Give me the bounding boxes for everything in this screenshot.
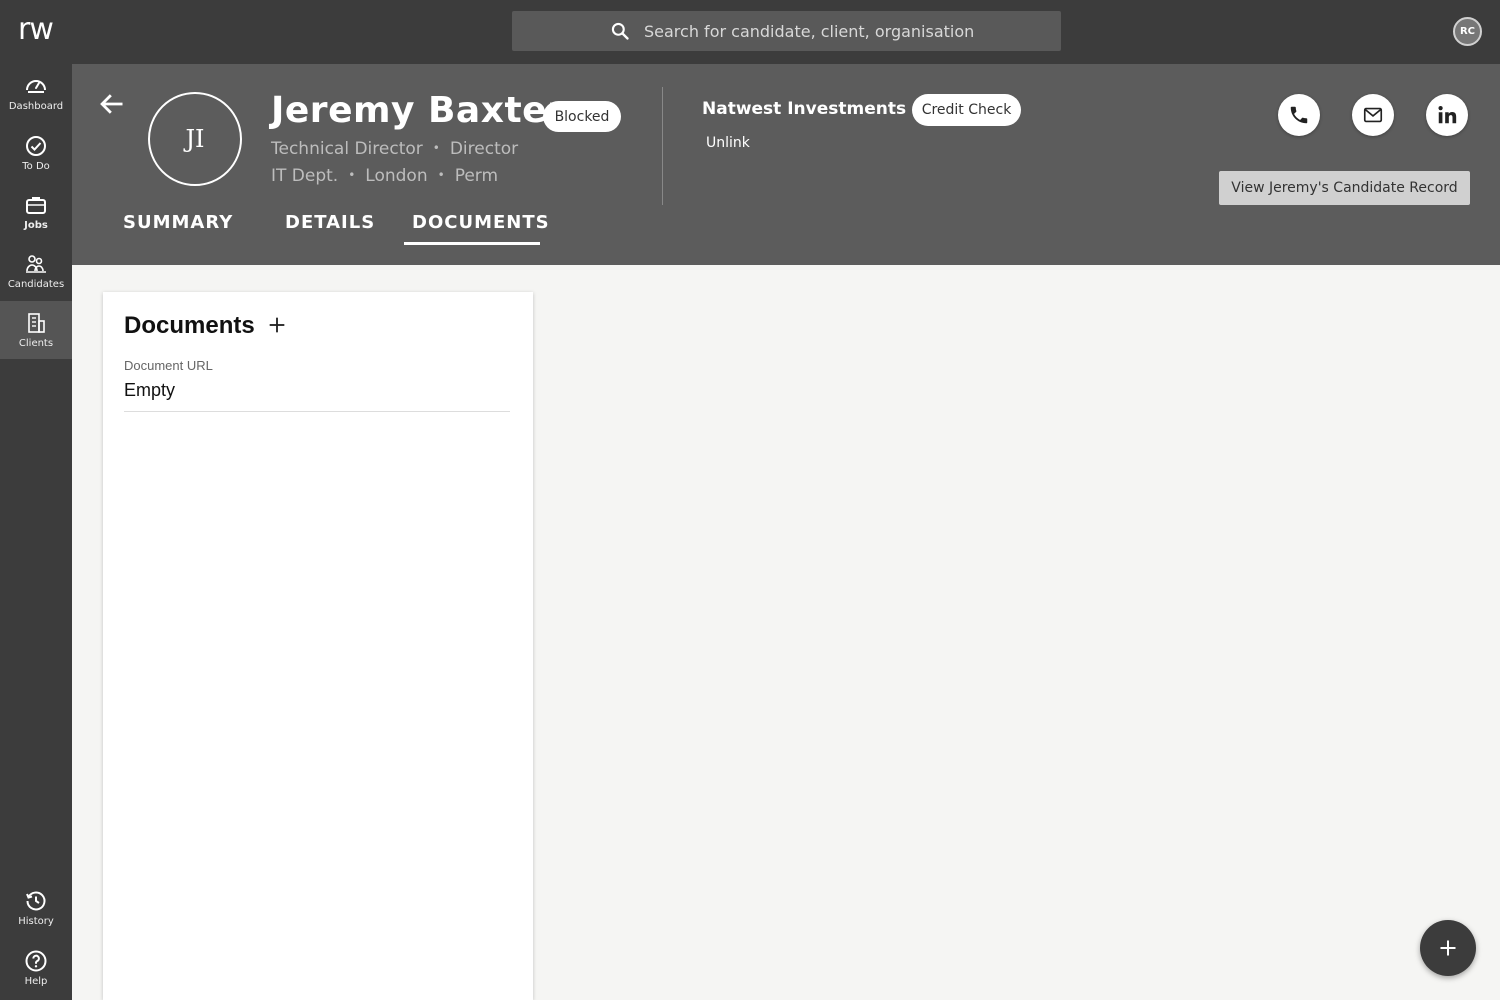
sidebar: Dashboard To Do Jobs Candidates Clients … bbox=[0, 64, 72, 1000]
contact-department: IT Dept. bbox=[271, 166, 339, 186]
unlink-link[interactable]: Unlink bbox=[706, 135, 750, 151]
sidebar-item-candidates[interactable]: Candidates bbox=[0, 242, 72, 300]
separator-dot: • bbox=[432, 141, 440, 155]
contact-avatar: JI bbox=[148, 92, 242, 186]
sidebar-item-help[interactable]: Help bbox=[0, 939, 72, 997]
dashboard-icon bbox=[26, 80, 46, 93]
contact-header: JI Jeremy Baxter Blocked Technical Direc… bbox=[72, 64, 1500, 265]
separator-dot: • bbox=[437, 168, 445, 182]
sidebar-item-label: Clients bbox=[18, 338, 54, 349]
sidebar-item-dashboard[interactable]: Dashboard bbox=[0, 64, 72, 122]
sidebar-item-label: Help bbox=[24, 976, 48, 987]
contact-location: London bbox=[365, 166, 428, 186]
email-icon bbox=[1363, 107, 1383, 123]
search-input[interactable] bbox=[644, 17, 1044, 45]
contact-contract: Perm bbox=[454, 166, 499, 186]
contact-title: Technical Director bbox=[271, 139, 423, 159]
separator-dot: • bbox=[348, 168, 356, 182]
tab-summary[interactable]: SUMMARY bbox=[123, 212, 233, 233]
active-tab-indicator bbox=[404, 242, 540, 245]
document-url-label: Document URL bbox=[124, 358, 213, 373]
sidebar-item-label: To Do bbox=[22, 161, 50, 172]
app-logo[interactable]: rw bbox=[18, 12, 54, 47]
linkedin-icon bbox=[1438, 106, 1457, 124]
sidebar-item-label: History bbox=[18, 916, 54, 927]
sidebar-item-label: Candidates bbox=[7, 279, 65, 290]
sidebar-item-label: Jobs bbox=[24, 220, 48, 231]
add-document-icon[interactable] bbox=[266, 314, 288, 336]
phone-button[interactable] bbox=[1278, 94, 1320, 136]
field-divider bbox=[124, 411, 510, 412]
header-divider bbox=[662, 87, 663, 205]
user-avatar[interactable]: RC bbox=[1453, 17, 1482, 46]
documents-card: Documents Document URL Empty bbox=[103, 292, 533, 1000]
document-url-value[interactable]: Empty bbox=[124, 380, 175, 401]
candidates-icon bbox=[26, 255, 46, 273]
status-badge: Blocked bbox=[543, 101, 621, 132]
contact-role-line: Technical Director • Director bbox=[271, 139, 518, 159]
help-icon bbox=[25, 950, 47, 972]
contact-level: Director bbox=[449, 139, 519, 159]
client-name[interactable]: Natwest Investments bbox=[702, 99, 906, 119]
sidebar-item-clients[interactable]: Clients bbox=[0, 301, 72, 359]
back-arrow-icon[interactable] bbox=[98, 90, 126, 118]
linkedin-button[interactable] bbox=[1426, 94, 1468, 136]
history-icon bbox=[26, 891, 46, 911]
sidebar-item-todo[interactable]: To Do bbox=[0, 124, 72, 182]
contact-meta-line: IT Dept. • London • Perm bbox=[271, 166, 498, 186]
check-circle-icon bbox=[26, 136, 46, 156]
top-bar: rw RC bbox=[0, 0, 1500, 64]
building-icon bbox=[28, 313, 45, 333]
add-fab-button[interactable] bbox=[1420, 920, 1476, 976]
sidebar-item-history[interactable]: History bbox=[0, 879, 72, 937]
search-bar[interactable] bbox=[512, 11, 1061, 51]
briefcase-icon bbox=[26, 197, 46, 214]
email-button[interactable] bbox=[1352, 94, 1394, 136]
documents-title: Documents bbox=[124, 312, 255, 339]
tab-details[interactable]: DETAILS bbox=[285, 212, 375, 233]
tab-documents[interactable]: DOCUMENTS bbox=[412, 212, 550, 233]
sidebar-item-label: Dashboard bbox=[8, 101, 64, 112]
search-icon bbox=[611, 22, 629, 40]
view-candidate-record-button[interactable]: View Jeremy's Candidate Record bbox=[1219, 171, 1470, 205]
credit-check-badge[interactable]: Credit Check bbox=[912, 94, 1021, 126]
phone-icon bbox=[1290, 106, 1308, 124]
plus-icon bbox=[1440, 940, 1456, 956]
contact-name: Jeremy Baxter bbox=[271, 90, 566, 131]
sidebar-item-jobs[interactable]: Jobs bbox=[0, 183, 72, 241]
